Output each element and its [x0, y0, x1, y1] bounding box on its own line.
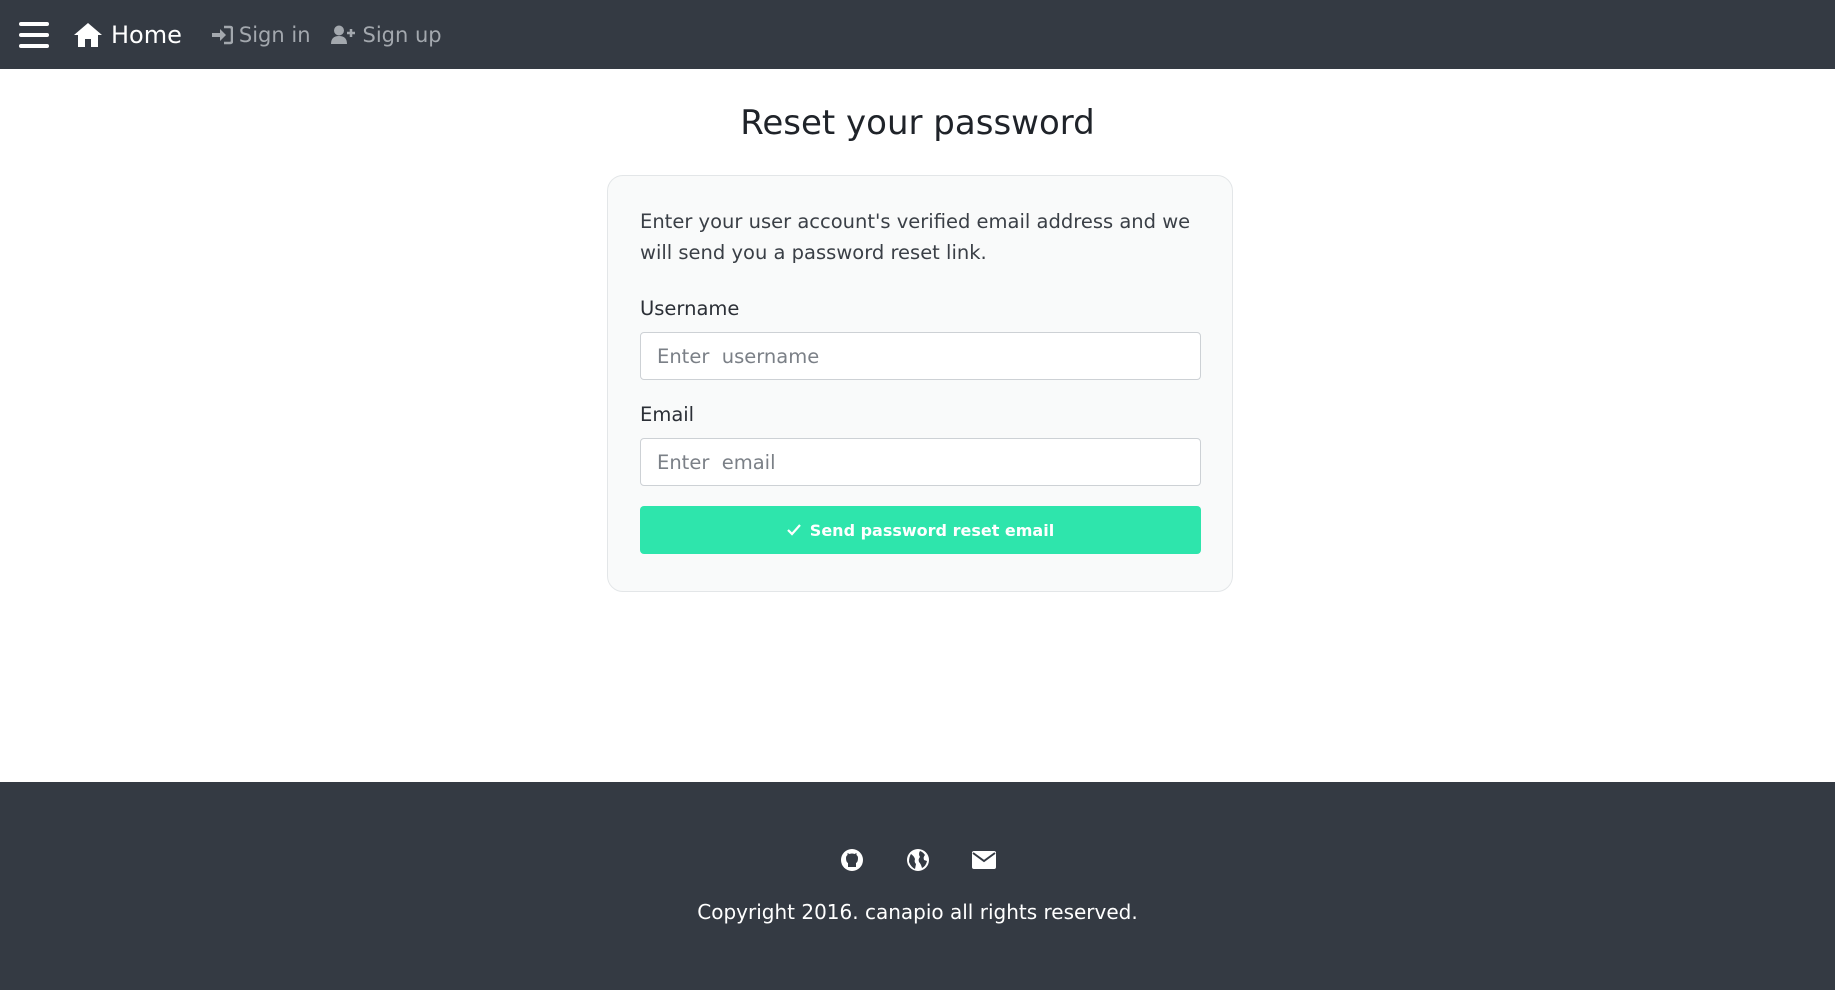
- reset-password-card: Enter your user account's verified email…: [607, 175, 1233, 592]
- username-label: Username: [640, 297, 740, 320]
- email-input[interactable]: [640, 438, 1201, 486]
- send-reset-email-button[interactable]: Send password reset email: [640, 506, 1201, 554]
- home-icon: [74, 22, 102, 47]
- username-input[interactable]: [640, 332, 1201, 380]
- reset-description: Enter your user account's verified email…: [640, 210, 1191, 264]
- copyright-text: Copyright 2016. canapio all rights reser…: [697, 900, 1138, 924]
- nav-home-link[interactable]: Home: [73, 21, 182, 49]
- nav-signin-label: Sign in: [238, 22, 311, 47]
- envelope-icon[interactable]: [971, 847, 997, 873]
- github-icon[interactable]: [839, 847, 865, 873]
- nav-signup-label: Sign up: [362, 22, 442, 47]
- nav-signin-link[interactable]: Sign in: [211, 23, 311, 47]
- top-navbar: Home Sign in Sign up: [0, 0, 1835, 69]
- nav-signup-link[interactable]: Sign up: [330, 22, 442, 47]
- check-icon: [787, 524, 801, 536]
- page: Home Sign in Sign up Reset your password…: [0, 0, 1835, 990]
- globe-icon[interactable]: [905, 847, 931, 873]
- user-plus-icon: [330, 25, 355, 44]
- sign-in-icon: [211, 25, 233, 44]
- footer-icon-links: [0, 847, 1835, 873]
- main-content: Reset your password Enter your user acco…: [0, 69, 1835, 782]
- nav-home-label: Home: [111, 20, 182, 49]
- page-title: Reset your password: [740, 103, 1095, 143]
- footer: Copyright 2016. canapio all rights reser…: [0, 782, 1835, 990]
- send-reset-email-label: Send password reset email: [809, 520, 1055, 540]
- hamburger-menu-icon[interactable]: [19, 21, 49, 48]
- email-label: Email: [640, 403, 695, 426]
